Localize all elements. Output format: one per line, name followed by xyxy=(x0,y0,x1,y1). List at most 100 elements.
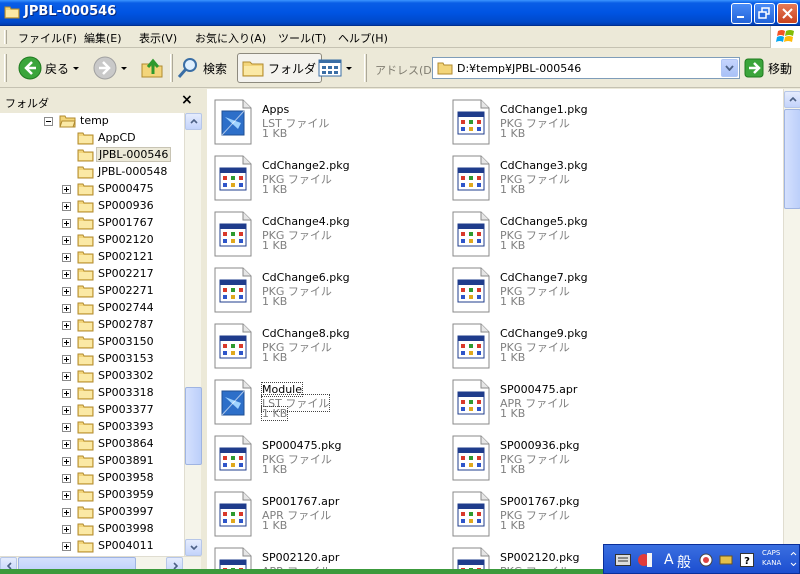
tree-item[interactable]: SP003150 xyxy=(0,334,184,351)
tree-item[interactable]: SP003958 xyxy=(0,470,184,487)
tree-item[interactable]: SP003891 xyxy=(0,453,184,470)
tree-item[interactable]: SP003377 xyxy=(0,402,184,419)
expand-icon[interactable] xyxy=(62,474,71,483)
language-bar-options-icon[interactable] xyxy=(790,552,797,566)
expand-icon[interactable] xyxy=(62,287,71,296)
expand-icon[interactable] xyxy=(62,525,71,534)
close-button[interactable] xyxy=(777,3,798,24)
tree-item[interactable]: SP003997 xyxy=(0,504,184,521)
file-item[interactable]: CdChange9.pkg PKG ファイル 1 KB xyxy=(445,317,675,369)
expand-icon[interactable] xyxy=(62,406,71,415)
expand-icon[interactable] xyxy=(62,508,71,517)
views-dropdown-icon[interactable] xyxy=(346,66,352,70)
back-button[interactable]: 戻る xyxy=(18,53,80,83)
file-item[interactable]: CdChange1.pkg PKG ファイル 1 KB xyxy=(445,93,675,145)
tree-item[interactable]: SP004011 xyxy=(0,538,184,555)
collapse-icon[interactable] xyxy=(44,117,53,126)
file-item[interactable]: Module LST ファイル 1 KB xyxy=(207,373,437,425)
tree-item[interactable]: JPBL-000548 xyxy=(0,164,184,181)
ime-tools-icon[interactable] xyxy=(718,552,734,568)
expand-icon[interactable] xyxy=(62,440,71,449)
folder-tree[interactable]: temp AppCD JPBL-000546 JPBL-000548 SP000475 S… xyxy=(0,113,184,556)
expand-icon[interactable] xyxy=(62,219,71,228)
expand-icon[interactable] xyxy=(62,321,71,330)
expand-icon[interactable] xyxy=(62,389,71,398)
scroll-up-button[interactable] xyxy=(185,113,202,130)
expand-icon[interactable] xyxy=(62,253,71,262)
menu-help[interactable]: ヘルプ(H) xyxy=(338,30,388,46)
file-item[interactable]: CdChange7.pkg PKG ファイル 1 KB xyxy=(445,261,675,313)
address-bar[interactable]: D:¥temp¥JPBL-000546 xyxy=(432,57,740,79)
back-dropdown-icon[interactable] xyxy=(73,66,80,70)
file-item[interactable]: SP000475.apr APR ファイル 1 KB xyxy=(445,373,675,425)
address-dropdown-button[interactable] xyxy=(721,59,738,77)
ime-pad-icon[interactable] xyxy=(698,552,714,568)
scroll-down-button[interactable] xyxy=(185,539,202,556)
files-scroll-up-button[interactable] xyxy=(784,91,800,108)
expand-icon[interactable] xyxy=(62,270,71,279)
tree-item[interactable]: SP002271 xyxy=(0,283,184,300)
file-item[interactable]: Apps LST ファイル 1 KB xyxy=(207,93,437,145)
file-item[interactable]: SP001767.pkg PKG ファイル 1 KB xyxy=(445,485,675,537)
tree-item[interactable]: SP003393 xyxy=(0,419,184,436)
tree-item[interactable]: SP001767 xyxy=(0,215,184,232)
ime-conversion-mode[interactable]: 般 xyxy=(677,552,691,572)
menu-edit[interactable]: 編集(E) xyxy=(84,30,122,46)
folder-pane-close-button[interactable]: × xyxy=(181,92,193,108)
tree-item[interactable]: SP003959 xyxy=(0,487,184,504)
file-list[interactable]: Apps LST ファイル 1 KB CdChange1.pkg PKG ファイル 1 K… xyxy=(207,89,783,574)
tree-item[interactable]: SP002217 xyxy=(0,266,184,283)
expand-icon[interactable] xyxy=(62,236,71,245)
go-button[interactable]: 移動 xyxy=(744,58,792,78)
expand-icon[interactable] xyxy=(62,338,71,347)
tree-item[interactable]: SP000936 xyxy=(0,198,184,215)
tree-item[interactable]: SP003318 xyxy=(0,385,184,402)
file-item[interactable]: CdChange4.pkg PKG ファイル 1 KB xyxy=(207,205,437,257)
expand-icon[interactable] xyxy=(62,202,71,211)
tree-item[interactable]: SP003153 xyxy=(0,351,184,368)
address-grip[interactable] xyxy=(364,54,367,82)
file-item[interactable]: CdChange2.pkg PKG ファイル 1 KB xyxy=(207,149,437,201)
file-item[interactable]: CdChange5.pkg PKG ファイル 1 KB xyxy=(445,205,675,257)
expand-icon[interactable] xyxy=(62,185,71,194)
menu-tools[interactable]: ツール(T) xyxy=(278,30,326,46)
search-button[interactable]: 検索 xyxy=(176,53,227,83)
file-item[interactable]: SP000475.pkg PKG ファイル 1 KB xyxy=(207,429,437,481)
forward-dropdown-icon[interactable] xyxy=(121,66,127,70)
folder-tree-vertical-scrollbar[interactable] xyxy=(184,113,202,556)
tree-item[interactable]: SP002121 xyxy=(0,249,184,266)
folders-button[interactable]: フォルダ xyxy=(237,53,323,83)
tree-item[interactable]: SP002787 xyxy=(0,317,184,334)
expand-icon[interactable] xyxy=(62,423,71,432)
tree-item[interactable]: AppCD xyxy=(0,130,184,147)
menu-file[interactable]: ファイル(F) xyxy=(18,30,77,46)
views-button[interactable] xyxy=(318,53,352,83)
tree-item[interactable]: SP003302 xyxy=(0,368,184,385)
menu-view[interactable]: 表示(V) xyxy=(139,30,177,46)
file-item[interactable]: CdChange6.pkg PKG ファイル 1 KB xyxy=(207,261,437,313)
up-folder-button[interactable] xyxy=(140,53,164,83)
title-bar[interactable]: JPBL-000546 xyxy=(0,0,800,26)
tree-item[interactable]: SP003998 xyxy=(0,521,184,538)
restore-button[interactable] xyxy=(754,3,775,24)
expand-icon[interactable] xyxy=(62,491,71,500)
address-input[interactable]: D:¥temp¥JPBL-000546 xyxy=(457,62,581,75)
minimize-button[interactable] xyxy=(731,3,752,24)
expand-icon[interactable] xyxy=(62,542,71,551)
tree-item[interactable]: SP000475 xyxy=(0,181,184,198)
file-list-vertical-scrollbar[interactable] xyxy=(783,89,800,574)
tree-item[interactable]: SP002744 xyxy=(0,300,184,317)
file-item[interactable]: CdChange8.pkg PKG ファイル 1 KB xyxy=(207,317,437,369)
ime-input-mode[interactable]: A xyxy=(664,552,674,568)
menu-favorites[interactable]: お気に入り(A) xyxy=(195,30,266,46)
tree-item[interactable]: SP003864 xyxy=(0,436,184,453)
tree-item[interactable]: temp xyxy=(0,113,184,130)
expand-icon[interactable] xyxy=(62,355,71,364)
expand-icon[interactable] xyxy=(62,457,71,466)
language-bar[interactable]: A 般 ? CAPS KANA xyxy=(603,544,800,574)
tree-item[interactable]: JPBL-000546 xyxy=(0,147,184,164)
toolbar-grip[interactable] xyxy=(4,54,7,82)
menu-grip[interactable] xyxy=(4,30,7,44)
expand-icon[interactable] xyxy=(62,372,71,381)
forward-button[interactable] xyxy=(93,53,127,83)
